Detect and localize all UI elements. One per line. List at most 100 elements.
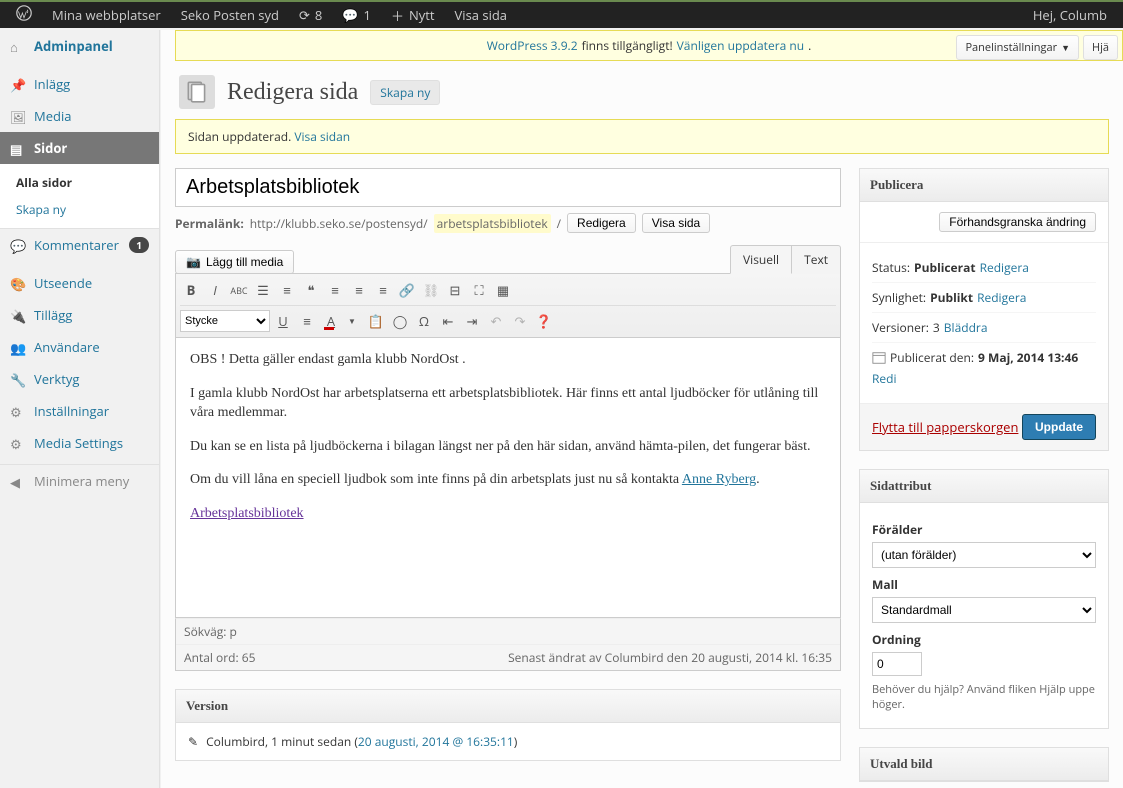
editor-content[interactable]: OBS ! Detta gäller endast gamla klubb No… (175, 338, 841, 618)
align-center-button[interactable]: ≡ (348, 279, 370, 301)
format-select[interactable]: Stycke (180, 310, 270, 332)
site-name[interactable]: Seko Posten syd (171, 1, 289, 29)
comment-icon: 💬 (10, 237, 26, 253)
redo-button[interactable]: ↷ (509, 310, 531, 332)
my-sites[interactable]: Mina webbplatser (42, 1, 171, 29)
menu-posts[interactable]: 📌Inlägg (0, 68, 159, 100)
strike-button[interactable]: ABC (228, 279, 250, 301)
order-input[interactable] (872, 652, 922, 676)
media-icon: 🖼 (10, 108, 26, 124)
help-button[interactable]: Hjä (1083, 35, 1118, 60)
underline-button[interactable]: U (272, 310, 294, 332)
browse-revisions-link[interactable]: Bläddra (944, 319, 988, 336)
text-color-button[interactable]: A (320, 310, 342, 332)
menu-pages[interactable]: ▤Sidor (0, 132, 159, 164)
parent-select[interactable]: (utan förälder) (872, 542, 1096, 568)
menu-comments[interactable]: 💬Kommentarer1 (0, 229, 159, 261)
view-page[interactable]: Visa sida (445, 1, 517, 29)
add-media-button[interactable]: 📷Lägg till media (175, 250, 294, 274)
more-button[interactable]: ⊟ (444, 279, 466, 301)
pin-icon: 📌 (10, 76, 26, 92)
quote-button[interactable]: ❝ (300, 279, 322, 301)
justify-button[interactable]: ≡ (296, 310, 318, 332)
edit-date-link[interactable]: Redi (872, 370, 897, 387)
menu-users[interactable]: 👥Användare (0, 331, 159, 363)
attachment-link[interactable]: Arbetsplatsbibliotek (190, 506, 304, 521)
menu-dashboard[interactable]: ⌂Adminpanel (0, 30, 159, 62)
my-account[interactable]: Hej, Columb (1023, 1, 1117, 29)
toolbar-toggle-button[interactable]: ▦ (492, 279, 514, 301)
publish-box: Publicera Förhandsgranska ändring Status… (859, 168, 1109, 451)
update-nag: WordPress 3.9.2 finns tillgängligt! Vänl… (175, 30, 1123, 61)
page-icon: ▤ (10, 140, 26, 156)
fullscreen-button[interactable]: ⛶ (468, 279, 490, 301)
trash-link[interactable]: Flytta till papperskorgen (872, 418, 1018, 436)
comment-count-badge: 1 (129, 237, 149, 253)
updated-notice: Sidan uppdaterad. Visa sidan (175, 119, 1109, 154)
users-icon: 👥 (10, 339, 26, 355)
menu-appearance[interactable]: 🎨Utseende (0, 267, 159, 299)
special-char-button[interactable]: Ω (413, 310, 435, 332)
main-content: WordPress 3.9.2 finns tillgängligt! Vänl… (161, 30, 1123, 788)
align-left-button[interactable]: ≡ (324, 279, 346, 301)
menu-settings[interactable]: ⚙Inställningar (0, 395, 159, 427)
collapse-icon: ◀ (10, 473, 26, 489)
outdent-button[interactable]: ⇤ (437, 310, 459, 332)
editor-path: Sökväg: p (184, 623, 237, 640)
admin-sidebar: ⌂Adminpanel 📌Inlägg 🖼Media ▤Sidor Alla s… (0, 30, 160, 788)
ol-button[interactable]: ≡ (276, 279, 298, 301)
italic-button[interactable]: I (204, 279, 226, 301)
template-select[interactable]: Standardmall (872, 597, 1096, 623)
comments-bubble[interactable]: 💬1 (332, 1, 381, 29)
plugin-icon: 🔌 (10, 307, 26, 323)
version-box: Version ✎ Columbird, 1 minut sedan (20 a… (175, 689, 841, 761)
refresh-icon: ⟳ (299, 6, 310, 24)
home-icon: ⌂ (10, 38, 26, 54)
tab-visual[interactable]: Visuell (730, 245, 792, 274)
updates[interactable]: ⟳8 (289, 1, 332, 29)
menu-media-settings[interactable]: ⚙Media Settings (0, 427, 159, 459)
submenu-pages: Alla sidor Skapa ny (0, 164, 159, 229)
new-content[interactable]: ＋Nytt (381, 1, 445, 29)
update-now-link[interactable]: Vänligen uppdatera nu (677, 37, 804, 54)
menu-collapse[interactable]: ◀Minimera meny (0, 464, 159, 497)
add-new-button[interactable]: Skapa ny (370, 80, 440, 105)
screen-options-button[interactable]: Panelinställningar▼ (956, 35, 1079, 60)
indent-button[interactable]: ⇥ (461, 310, 483, 332)
menu-plugins[interactable]: 🔌Tillägg (0, 299, 159, 331)
bold-button[interactable]: B (180, 279, 202, 301)
unlink-button[interactable]: ⛓ (420, 279, 442, 301)
word-count: Antal ord: 65 (184, 649, 256, 666)
clear-format-button[interactable]: ◯ (389, 310, 411, 332)
view-page-button[interactable]: Visa sida (642, 213, 710, 233)
link-button[interactable]: 🔗 (396, 279, 418, 301)
admin-bar: Mina webbplatser Seko Posten syd ⟳8 💬1 ＋… (0, 0, 1123, 28)
revision-link[interactable]: 20 augusti, 2014 @ 16:35:11 (358, 733, 514, 750)
undo-button[interactable]: ↶ (485, 310, 507, 332)
camera-icon: 📷 (186, 255, 201, 269)
post-title-input[interactable] (175, 168, 841, 207)
paste-text-button[interactable]: 📋 (365, 310, 387, 332)
calendar-icon (872, 351, 886, 365)
edit-status-link[interactable]: Redigera (980, 259, 1029, 276)
menu-media[interactable]: 🖼Media (0, 100, 159, 132)
page-header: Redigera sida Skapa ny (161, 61, 1123, 119)
update-button[interactable]: Uppdate (1022, 414, 1096, 440)
align-right-button[interactable]: ≡ (372, 279, 394, 301)
help-button-toolbar[interactable]: ❓ (533, 310, 555, 332)
editor-toolbar: B I ABC ☰ ≡ ❝ ≡ ≡ ≡ 🔗 ⛓ ⊟ ⛶ ▦ Stycke (175, 273, 841, 338)
contact-link[interactable]: Anne Ryberg (682, 472, 756, 487)
menu-tools[interactable]: 🔧Verktyg (0, 363, 159, 395)
submenu-all-pages[interactable]: Alla sidor (0, 169, 159, 196)
edit-visibility-link[interactable]: Redigera (977, 289, 1026, 306)
color-dropdown-button[interactable]: ▼ (341, 310, 363, 332)
edit-slug-button[interactable]: Redigera (567, 213, 636, 233)
preview-button[interactable]: Förhandsgranska ändring (939, 212, 1096, 232)
ul-button[interactable]: ☰ (252, 279, 274, 301)
tab-text[interactable]: Text (792, 245, 841, 274)
gear-icon: ⚙ (10, 435, 26, 451)
submenu-new-page[interactable]: Skapa ny (0, 196, 159, 223)
view-updated-link[interactable]: Visa sidan (294, 128, 350, 145)
update-version-link[interactable]: WordPress 3.9.2 (487, 37, 578, 54)
wp-logo[interactable] (6, 1, 42, 29)
